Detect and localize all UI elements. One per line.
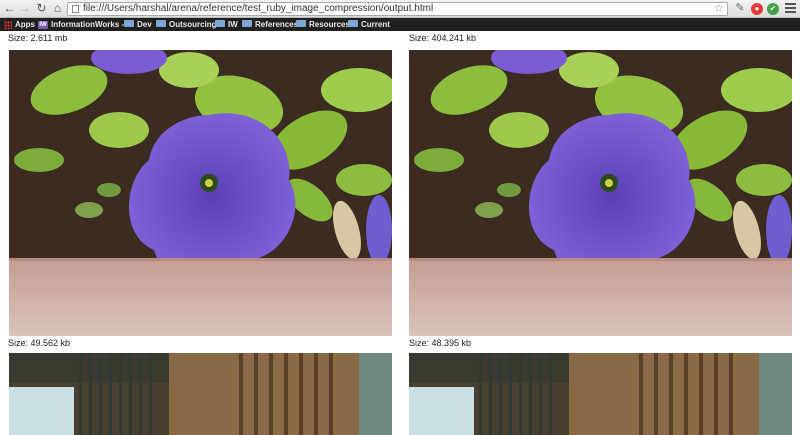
bookmark-folder-resources[interactable]: Resources — [296, 18, 350, 31]
iw-logo-icon: IW — [38, 20, 48, 29]
page-icon — [72, 5, 79, 13]
url-text[interactable]: file:///Users/harshal/arena/reference/te… — [83, 3, 433, 15]
hamburger-menu-icon[interactable] — [785, 3, 796, 15]
folder-icon — [215, 20, 225, 28]
image-size-label: Size: 2.611 mb — [8, 33, 68, 43]
bookmarks-bar: Apps IW InformationWorks - Dev Outsourcin… — [0, 18, 800, 31]
petunia-image-compressed — [409, 50, 792, 336]
bookmark-label: Current — [361, 20, 390, 29]
bookmark-label: Dev — [137, 20, 152, 29]
bookmark-folder-outsourcing[interactable]: Outsourcing — [156, 18, 217, 31]
page-content: Size: 2.611 mb Size: 404.241 kb Size: 49… — [0, 31, 800, 435]
petunia-image-original — [9, 50, 392, 336]
back-arrow-icon[interactable]: ← — [3, 2, 16, 15]
reload-icon[interactable]: ↻ — [35, 2, 48, 15]
image-size-label: Size: 48.395 kb — [409, 338, 472, 348]
bookmark-folder-iw[interactable]: IW — [215, 18, 238, 31]
bookmark-label: InformationWorks — [51, 20, 120, 29]
folder-icon — [124, 20, 134, 28]
green-extension-icon[interactable]: ✔ — [767, 3, 779, 15]
gate-image-original — [9, 353, 392, 435]
apps-grid-icon — [4, 20, 12, 29]
bookmark-label: Resources — [309, 20, 350, 29]
bookmark-label: IW — [228, 20, 238, 29]
bookmark-label: Apps — [15, 20, 35, 29]
gate-image-compressed — [409, 353, 792, 435]
bookmark-folder-dev[interactable]: Dev — [124, 18, 152, 31]
folder-icon — [156, 20, 166, 28]
image-size-label: Size: 49.562 kb — [8, 338, 71, 348]
folder-icon — [242, 20, 252, 28]
star-icon[interactable]: ☆ — [713, 2, 724, 15]
bookmark-folder-current[interactable]: Current — [348, 18, 390, 31]
bookmark-apps[interactable]: Apps — [4, 18, 35, 31]
pen-extension-icon[interactable]: ✎ — [734, 2, 746, 14]
address-bar[interactable]: file:///Users/harshal/arena/reference/te… — [67, 2, 728, 16]
home-icon[interactable]: ⌂ — [51, 2, 64, 15]
red-extension-icon[interactable]: ● — [751, 3, 763, 15]
folder-icon — [348, 20, 358, 28]
forward-arrow-icon[interactable]: → — [18, 2, 31, 15]
bookmark-folder-references[interactable]: References — [242, 18, 298, 31]
image-size-label: Size: 404.241 kb — [409, 33, 477, 43]
folder-icon — [296, 20, 306, 28]
bookmark-label: Outsourcing — [169, 20, 217, 29]
browser-toolbar: ← → ↻ ⌂ file:///Users/harshal/arena/refe… — [0, 0, 800, 18]
bookmark-label: References — [255, 20, 299, 29]
bookmark-informationworks[interactable]: IW InformationWorks - — [38, 18, 124, 31]
